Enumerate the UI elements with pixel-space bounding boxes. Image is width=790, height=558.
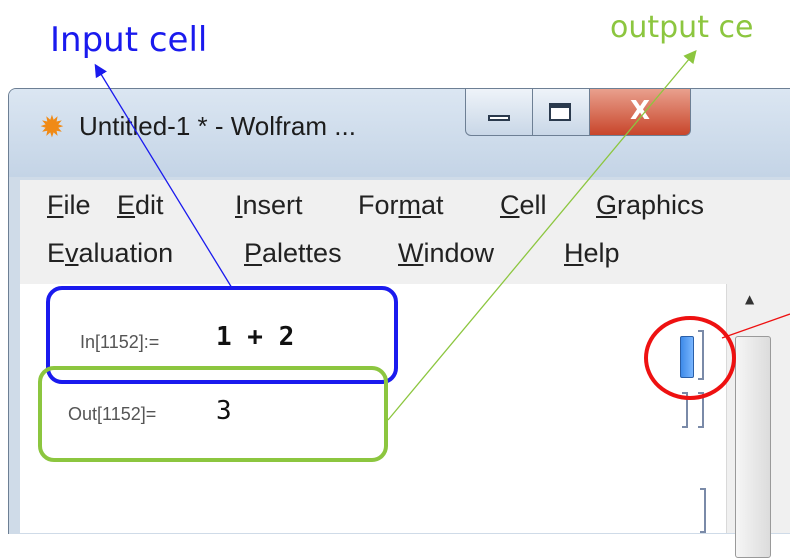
menu-evaluation[interactable]: Evaluation xyxy=(47,238,173,269)
cell-group-bracket[interactable] xyxy=(698,330,704,380)
vertical-scrollbar[interactable]: ▲ xyxy=(726,284,790,558)
output-cell-label: Out[1152]= xyxy=(68,404,157,424)
output-cell-annotation: output ce xyxy=(610,10,754,45)
scroll-up-arrow-icon[interactable]: ▲ xyxy=(745,292,754,306)
menu-insert[interactable]: Insert xyxy=(235,190,303,221)
menu-help[interactable]: Help xyxy=(564,238,620,269)
input-expression[interactable]: 1 + 2 xyxy=(216,322,294,352)
minimize-button[interactable] xyxy=(465,89,533,136)
maximize-button[interactable] xyxy=(532,89,590,136)
output-cell-bracket[interactable] xyxy=(682,392,688,428)
menu-cell[interactable]: Cell xyxy=(500,190,547,221)
menu-bar: File Edit Insert Format Cell Graphics Ev… xyxy=(20,180,790,284)
menu-file[interactable]: File xyxy=(47,190,91,221)
input-cell-annotation: Input cell xyxy=(50,20,208,60)
notebook-content[interactable]: In[1152]:= 1 + 2 Out[1152]= 3 xyxy=(20,284,726,533)
menu-edit[interactable]: Edit xyxy=(117,190,164,221)
scrollbar-thumb[interactable] xyxy=(735,336,771,558)
menu-graphics[interactable]: Graphics xyxy=(596,190,704,221)
wolfram-star-icon: ✹ xyxy=(39,110,65,145)
empty-cell-bracket[interactable] xyxy=(700,488,706,533)
title-bar[interactable]: ✹ Untitled-1 * - Wolfram ... X xyxy=(9,89,790,177)
menu-window[interactable]: Window xyxy=(398,238,494,269)
minimize-icon xyxy=(488,115,510,121)
close-button[interactable]: X xyxy=(589,89,691,136)
output-value: 3 xyxy=(216,396,232,426)
window-title: Untitled-1 * - Wolfram ... xyxy=(79,111,356,141)
input-cell-bracket-selected[interactable] xyxy=(680,336,694,378)
maximize-icon xyxy=(549,103,571,121)
menu-palettes[interactable]: Palettes xyxy=(244,238,342,269)
output-group-bracket[interactable] xyxy=(698,392,704,428)
input-cell-label: In[1152]:= xyxy=(80,332,160,352)
menu-format[interactable]: Format xyxy=(358,190,444,221)
close-icon: X xyxy=(629,96,651,126)
